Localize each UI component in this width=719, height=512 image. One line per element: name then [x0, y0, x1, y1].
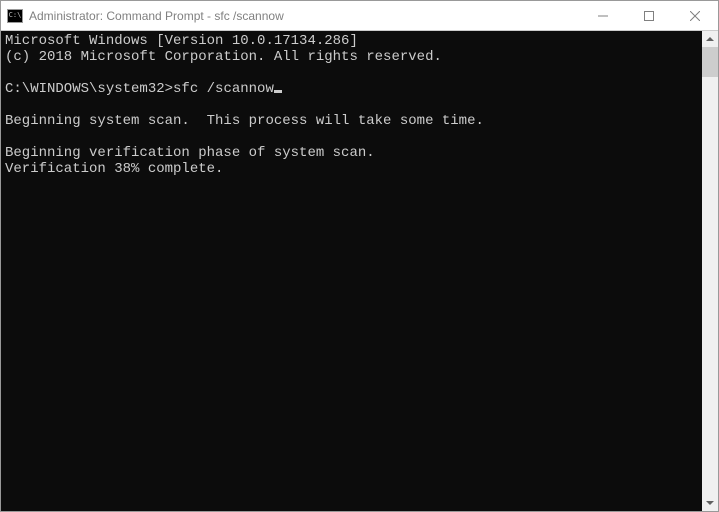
verification-phase-line: Beginning verification phase of system s… — [5, 145, 375, 161]
scroll-down-button[interactable] — [702, 495, 718, 511]
vertical-scrollbar[interactable] — [702, 31, 718, 511]
cmd-icon-text: C:\ — [9, 12, 22, 19]
console-area[interactable]: Microsoft Windows [Version 10.0.17134.28… — [1, 31, 718, 511]
scroll-up-button[interactable] — [702, 31, 718, 47]
cmd-icon: C:\ — [7, 9, 23, 23]
copyright-line: (c) 2018 Microsoft Corporation. All righ… — [5, 49, 442, 65]
scrollbar-thumb[interactable] — [702, 47, 718, 77]
close-button[interactable] — [672, 1, 718, 30]
window-title: Administrator: Command Prompt - sfc /sca… — [29, 9, 580, 23]
window-controls — [580, 1, 718, 30]
version-line: Microsoft Windows [Version 10.0.17134.28… — [5, 33, 358, 49]
verification-progress-line: Verification 38% complete. — [5, 161, 223, 177]
window-titlebar: C:\ Administrator: Command Prompt - sfc … — [1, 1, 718, 31]
maximize-button[interactable] — [626, 1, 672, 30]
minimize-button[interactable] — [580, 1, 626, 30]
prompt-text: C:\WINDOWS\system32> — [5, 81, 173, 97]
command-text: sfc /scannow — [173, 81, 274, 97]
console-output: Microsoft Windows [Version 10.0.17134.28… — [1, 31, 702, 511]
scan-begin-line: Beginning system scan. This process will… — [5, 113, 484, 129]
cursor-icon — [274, 90, 282, 93]
